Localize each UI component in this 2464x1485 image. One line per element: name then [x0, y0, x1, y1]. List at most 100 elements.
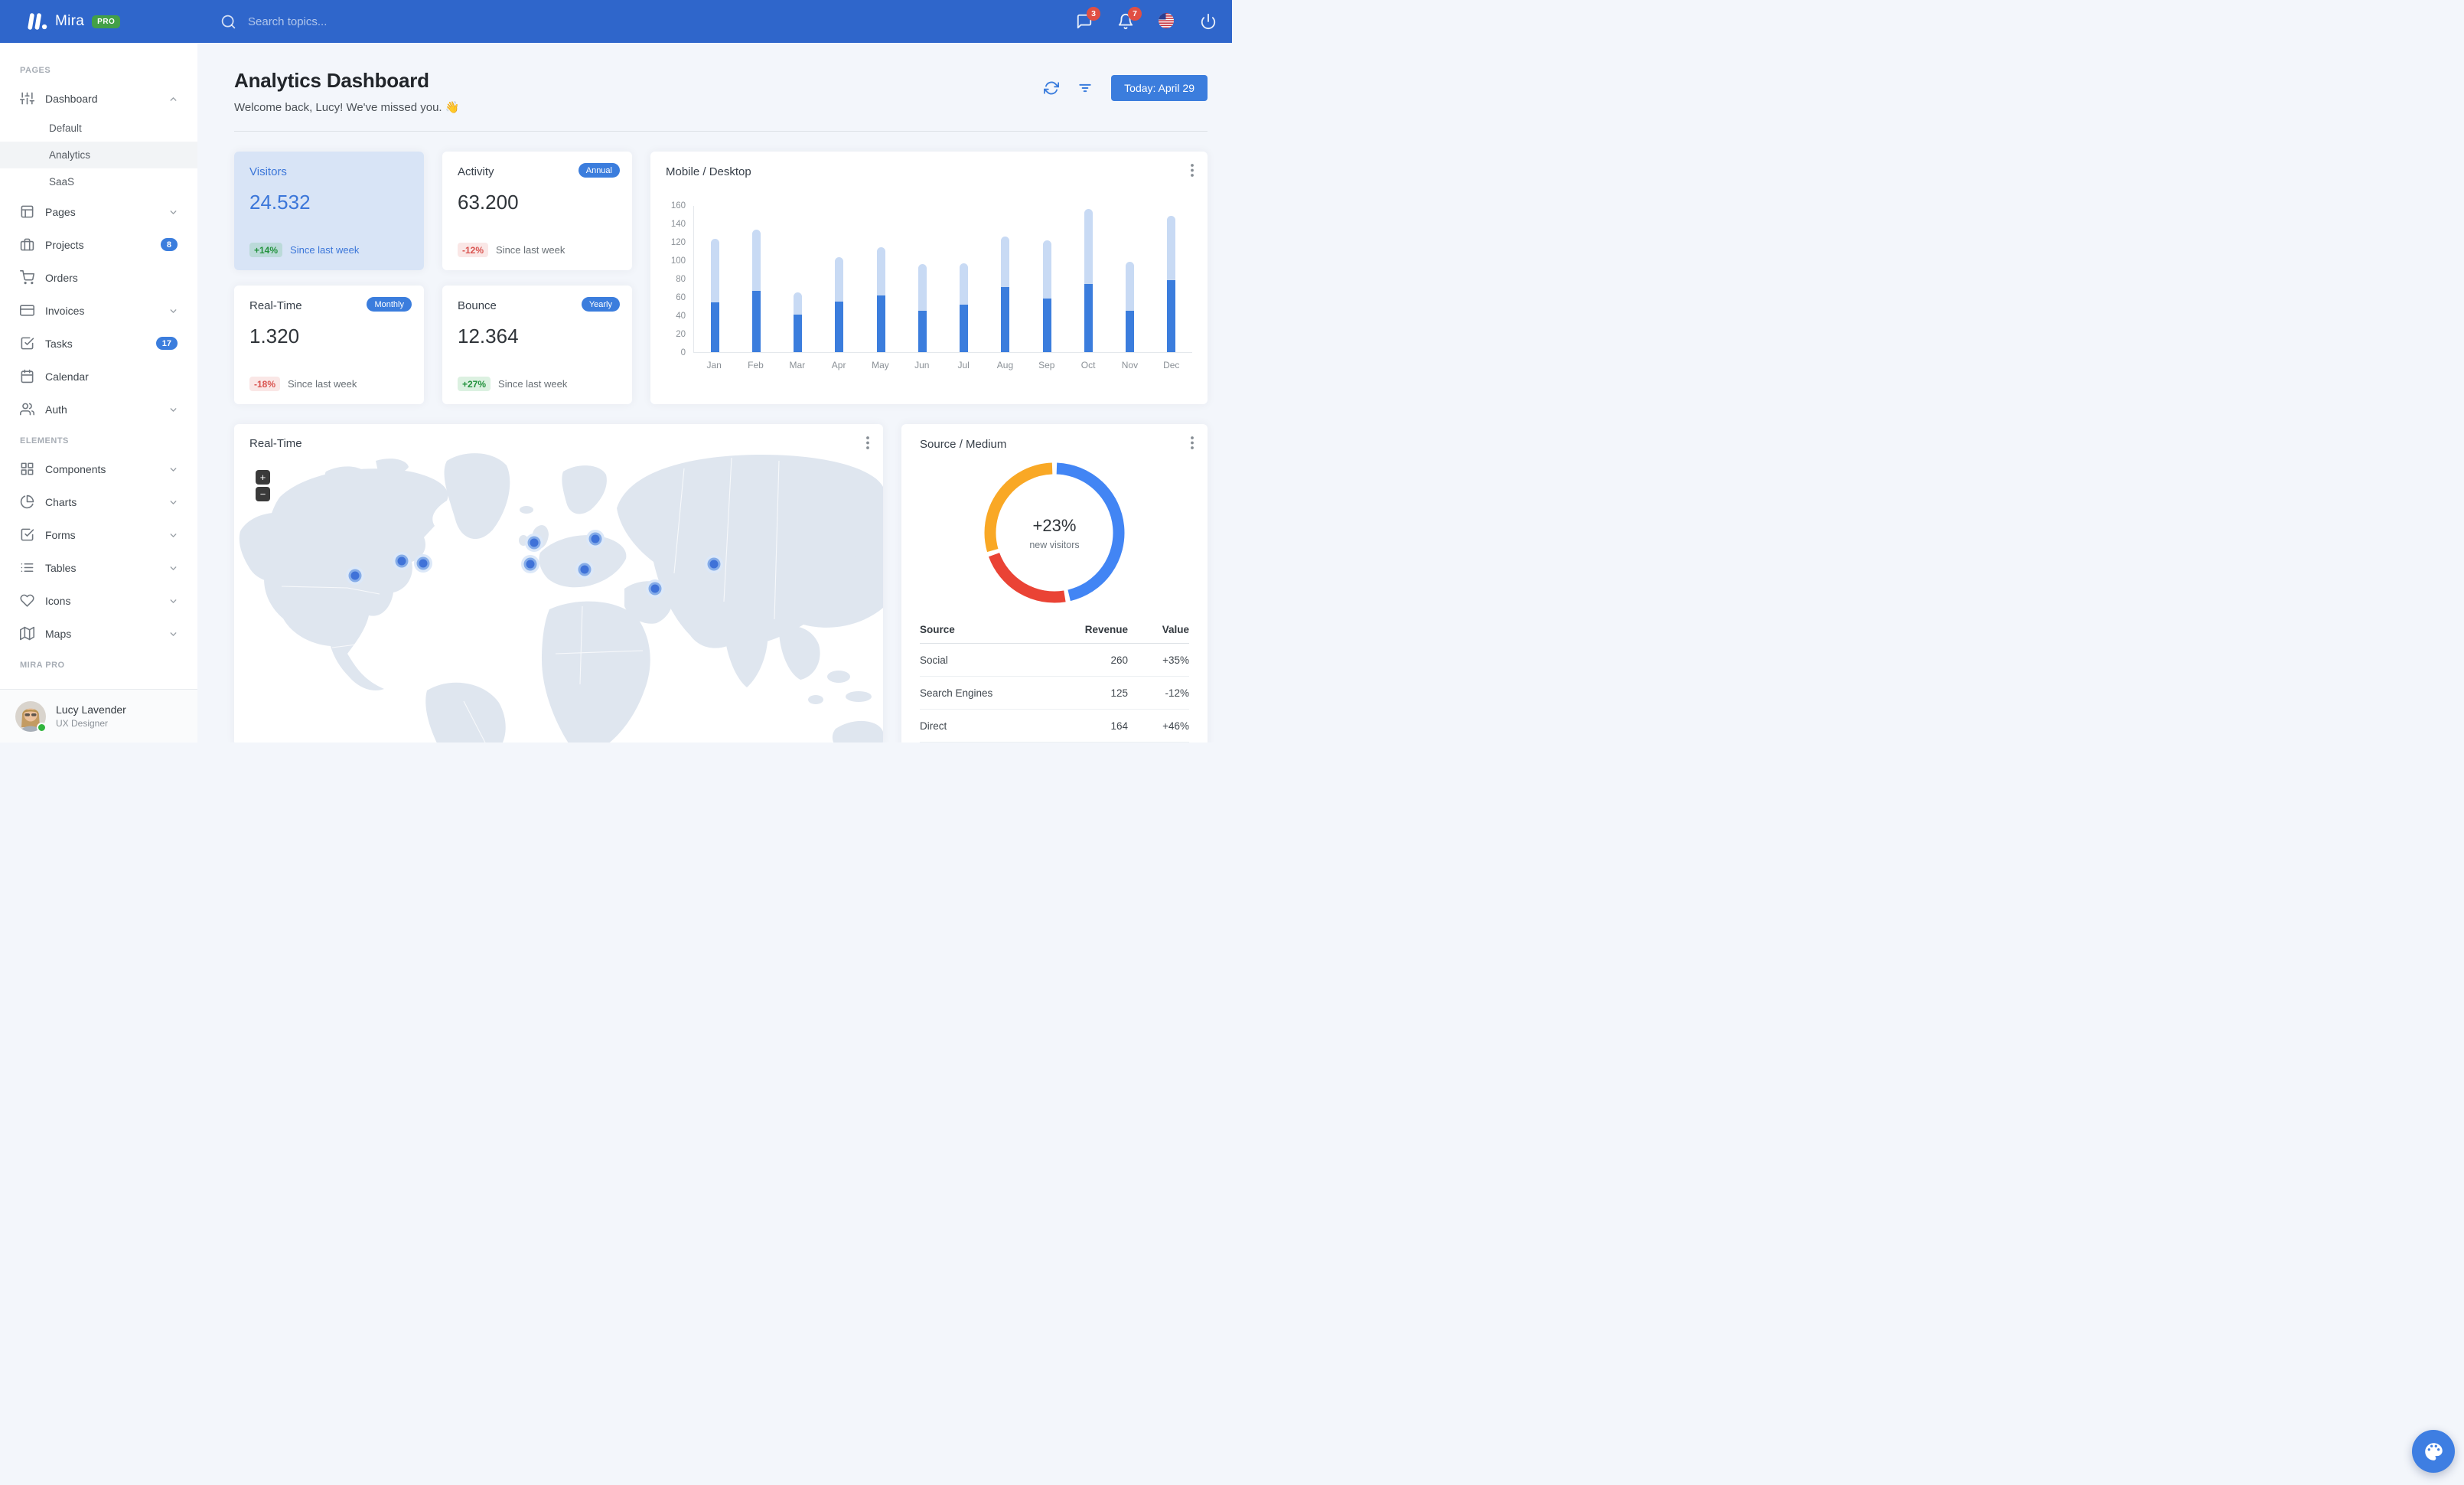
bar-segment-mobile — [917, 311, 927, 352]
chevron-down-icon — [168, 530, 178, 540]
sidebar-item-forms[interactable]: Forms — [0, 518, 197, 551]
sidebar-item-charts[interactable]: Charts — [0, 485, 197, 518]
sidebar-item-icons[interactable]: Icons — [0, 584, 197, 617]
bar-segment-desktop — [1042, 240, 1051, 299]
list-icon — [20, 560, 34, 575]
kebab-menu-icon[interactable] — [1191, 436, 1194, 449]
sidebar-item-orders[interactable]: Orders — [0, 261, 197, 294]
map-zoom-in-button[interactable]: + — [256, 470, 270, 485]
map-marker[interactable] — [646, 579, 664, 598]
grid-icon — [20, 462, 34, 476]
bar-segment-mobile — [1001, 286, 1010, 352]
donut-chart: +23% new visitors — [982, 460, 1127, 605]
world-map[interactable] — [234, 424, 883, 742]
sidebar-item-maps[interactable]: Maps — [0, 617, 197, 650]
sidebar-nav: PAGES Dashboard Default Analytics SaaS Pages P… — [0, 43, 197, 677]
x-tick-label: Apr — [831, 360, 846, 370]
map-zoom-out-button[interactable]: − — [256, 487, 270, 501]
sidebar-item-label: Calendar — [45, 370, 89, 383]
search-icon[interactable] — [220, 14, 236, 30]
logout-button[interactable] — [1200, 13, 1217, 30]
map-marker[interactable] — [525, 534, 543, 552]
map-marker[interactable] — [586, 530, 605, 548]
sidebar-item-label: Components — [45, 462, 106, 475]
us-flag-icon — [1159, 13, 1174, 28]
sidebar-item-tables[interactable]: Tables — [0, 551, 197, 584]
map-marker[interactable] — [414, 554, 432, 573]
bar-apr — [819, 206, 860, 352]
navbar-search — [220, 14, 422, 30]
sliders-icon — [20, 91, 34, 106]
messages-count-badge: 3 — [1087, 7, 1100, 21]
bar-segment-mobile — [1167, 280, 1176, 352]
kebab-menu-icon[interactable] — [1191, 164, 1194, 177]
sidebar-item-auth[interactable]: Auth — [0, 393, 197, 426]
sidebar-item-dashboard[interactable]: Dashboard — [0, 82, 197, 115]
bar-segment-mobile — [876, 295, 885, 352]
bar-segment-mobile — [751, 290, 761, 352]
check-square-icon — [20, 527, 34, 542]
bar-jun — [901, 206, 943, 352]
bar-feb — [735, 206, 777, 352]
donut-center-label: new visitors — [1029, 539, 1080, 550]
map-marker[interactable] — [575, 560, 594, 579]
sidebar-item-calendar[interactable]: Calendar — [0, 360, 197, 393]
sidebar-section-header: PAGES — [20, 66, 51, 75]
stat-delta-badge: +14% — [249, 243, 283, 257]
sidebar-subitem-analytics[interactable]: Analytics — [0, 142, 197, 168]
bar-sep — [1026, 206, 1067, 352]
y-tick-label: 140 — [670, 220, 686, 229]
stat-period-badge[interactable]: Annual — [578, 163, 620, 178]
x-tick-label: Mar — [789, 360, 806, 370]
x-tick-label: Sep — [1038, 360, 1055, 370]
y-tick-label: 60 — [676, 293, 686, 302]
map-marker[interactable] — [521, 555, 539, 573]
heart-icon — [20, 593, 34, 608]
sidebar-section-header: MIRA PRO — [20, 661, 65, 670]
sidebar-item-pages[interactable]: Pages — [0, 195, 197, 228]
stat-delta-badge: -12% — [458, 243, 489, 257]
table-row: Social 260 +35% — [920, 643, 1189, 677]
source-cell: Social — [920, 643, 1044, 677]
layout-icon — [20, 204, 34, 219]
revenue-cell: 164 — [1044, 709, 1128, 742]
sidebar-item-invoices[interactable]: Invoices — [0, 294, 197, 327]
bar-segment-desktop — [1001, 236, 1010, 287]
theme-settings-fab[interactable] — [2412, 1430, 2455, 1473]
map-marker[interactable] — [393, 552, 411, 570]
sidebar-subitem-default[interactable]: Default — [0, 115, 197, 142]
chevron-down-icon — [168, 629, 178, 638]
filter-button[interactable] — [1077, 80, 1093, 96]
notifications-button[interactable]: 7 — [1117, 7, 1142, 30]
sidebar-user-footer[interactable]: Lucy Lavender UX Designer — [0, 689, 197, 742]
stat-card-visitors: Visitors 24.532 +14% Since last week — [234, 152, 424, 270]
pro-badge: PRO — [92, 15, 121, 28]
brand[interactable]: Mira PRO — [0, 12, 197, 31]
x-tick-label: Jun — [914, 360, 930, 370]
map-marker[interactable] — [346, 566, 364, 585]
stat-value: 24.532 — [249, 191, 311, 214]
messages-button[interactable]: 3 — [1076, 7, 1100, 30]
date-range-button[interactable]: Today: April 29 — [1111, 75, 1208, 101]
stat-period-badge[interactable]: Monthly — [367, 297, 412, 312]
source-medium-card: Source / Medium +23% new visitors Source — [901, 424, 1208, 742]
search-input[interactable] — [246, 14, 422, 29]
sidebar-item-components[interactable]: Components — [0, 452, 197, 485]
pie-chart-icon — [20, 494, 34, 509]
page-subtitle: Welcome back, Lucy! We've missed you. 👋 — [234, 101, 460, 114]
kebab-menu-icon[interactable] — [866, 436, 869, 449]
refresh-button[interactable] — [1044, 80, 1060, 96]
sidebar-item-label: Icons — [45, 594, 71, 607]
x-tick-label: May — [872, 360, 889, 370]
language-flag-button[interactable] — [1159, 13, 1175, 30]
map-marker[interactable] — [705, 555, 723, 573]
sidebar-item-projects[interactable]: Projects 8 — [0, 228, 197, 261]
x-tick-label: Oct — [1080, 360, 1096, 370]
sidebar-item-tasks[interactable]: Tasks 17 — [0, 327, 197, 360]
bar-segment-mobile — [1126, 311, 1135, 352]
bar-chart-y-axis: 0 20 40 60 80 100 120 140 160 — [666, 201, 693, 357]
brand-name: Mira — [55, 13, 85, 29]
stat-period-badge[interactable]: Yearly — [581, 297, 620, 312]
sidebar-subitem-saas[interactable]: SaaS — [0, 168, 197, 195]
revenue-column-header: Revenue — [1044, 616, 1128, 644]
